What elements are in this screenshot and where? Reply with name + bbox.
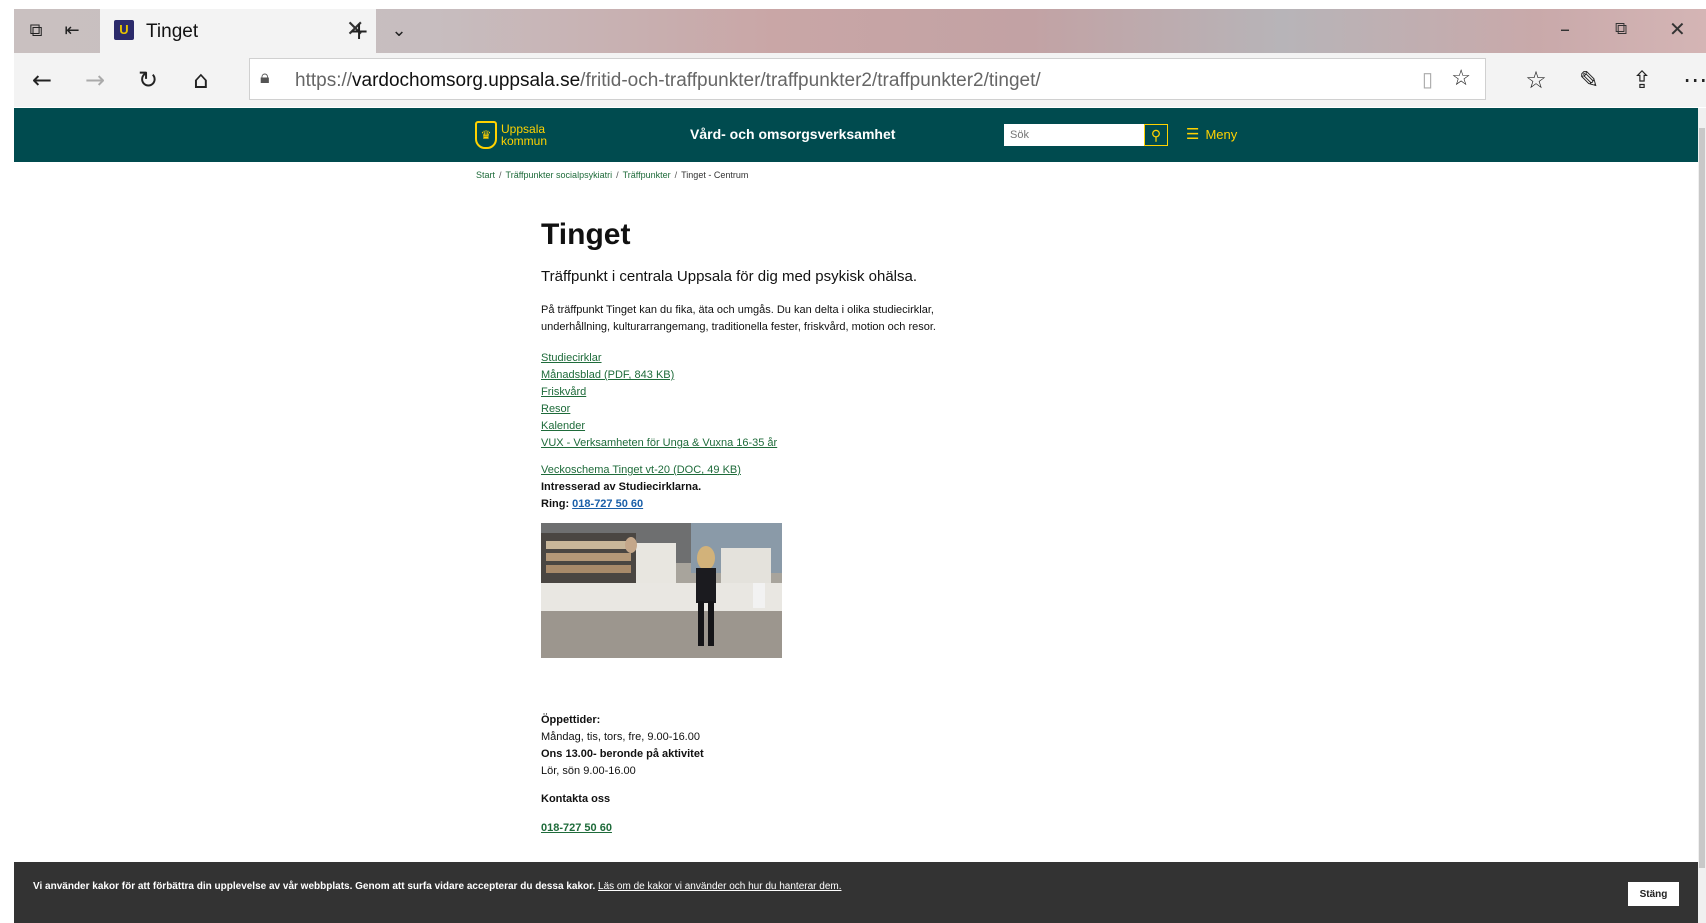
share-icon[interactable]: ⇪ xyxy=(1628,66,1656,94)
search-icon[interactable]: ⚲ xyxy=(1144,124,1168,146)
menu-label: Meny xyxy=(1205,126,1238,142)
cookie-banner: Vi använder kakor för att förbättra din … xyxy=(14,862,1698,923)
browser-tab[interactable]: U Tinget ✕ xyxy=(100,9,376,53)
link-friskvard[interactable]: Friskvård xyxy=(541,384,1061,401)
page-scrollbar[interactable] xyxy=(1698,108,1706,923)
breadcrumb-current: Tinget - Centrum xyxy=(681,170,749,180)
breadcrumb-separator: / xyxy=(499,170,502,180)
breadcrumb-traffpunkter[interactable]: Träffpunkter xyxy=(623,170,671,180)
shield-icon: ♛ xyxy=(475,121,497,149)
link-vux[interactable]: VUX - Verksamheten för Unga & Vuxna 16-3… xyxy=(541,435,1061,452)
interest-text: Intresserad av Studiecirklarna. xyxy=(541,481,702,493)
contact-phone-link[interactable]: 018-727 50 60 xyxy=(541,822,612,834)
cookie-info-link[interactable]: Läs om de kakor vi använder och hur du h… xyxy=(598,881,841,892)
browser-title-bar: ⧉ ⇤ U Tinget ✕ + ⌄ – ⧉ ✕ xyxy=(14,9,1706,53)
reading-view-icon[interactable]: ▯ xyxy=(1422,67,1433,92)
breadcrumb-traffpunkter-socialpsykiatri[interactable]: Träffpunkter socialpsykiatri xyxy=(506,170,613,180)
hours-line: Måndag, tis, tors, fre, 9.00-16.00 xyxy=(541,731,700,743)
lock-icon: 🔒︎ xyxy=(260,67,270,87)
breadcrumb-separator: / xyxy=(616,170,619,180)
site-title[interactable]: Vård- och omsorgsverksamhet xyxy=(690,126,895,142)
breadcrumb: Start / Träffpunkter socialpsykiatri / T… xyxy=(476,170,748,180)
link-list: Studiecirklar Månadsblad (PDF, 843 KB) F… xyxy=(541,350,1061,479)
favorite-star-icon[interactable]: ☆ xyxy=(1451,65,1471,91)
scrollbar-thumb[interactable] xyxy=(1699,128,1705,868)
hamburger-icon: ☰ xyxy=(1186,125,1200,143)
link-veckoschema[interactable]: Veckoschema Tinget vt-20 (DOC, 49 KB) xyxy=(541,462,1061,479)
browser-nav-bar: ← → ↻ ⌂ 🔒︎ https://vardochomsorg.uppsala… xyxy=(14,53,1706,107)
intro-text: På träffpunkt Tinget kan du fika, äta oc… xyxy=(541,304,936,333)
pen-icon[interactable]: ✎ xyxy=(1575,66,1603,94)
cookie-text: Vi använder kakor för att förbättra din … xyxy=(33,881,842,892)
hours-label: Öppettider: xyxy=(541,714,601,726)
restore-icon[interactable]: ⧉ xyxy=(1615,19,1627,39)
breadcrumb-separator: / xyxy=(674,170,678,180)
cookie-close-button[interactable]: Stäng xyxy=(1628,882,1679,906)
uppsala-logo[interactable]: ♛ Uppsala kommun xyxy=(475,120,547,150)
tab-title: Tinget xyxy=(146,21,199,42)
tab-aside-icon[interactable]: ⇤ xyxy=(60,19,84,43)
link-resor[interactable]: Resor xyxy=(541,401,1061,418)
call-line: Ring: 018-727 50 60 xyxy=(541,498,644,510)
menu-button[interactable]: ☰ Meny xyxy=(1186,125,1237,143)
home-icon[interactable]: ⌂ xyxy=(187,66,215,94)
link-studiecirklar[interactable]: Studiecirklar xyxy=(541,350,1061,367)
breadcrumb-start[interactable]: Start xyxy=(476,170,495,180)
hours-line: Lör, sön 9.00-16.00 xyxy=(541,765,636,777)
opening-hours: Öppettider: Måndag, tis, tors, fre, 9.00… xyxy=(541,712,1061,780)
url-text: https://vardochomsorg.uppsala.se/fritid-… xyxy=(295,70,1041,91)
call-phone-link[interactable]: 018-727 50 60 xyxy=(572,498,643,510)
hours-line: Ons 13.00- beronde på aktivitet xyxy=(541,748,704,760)
site-header: ♛ Uppsala kommun Vård- och omsorgsverksam… xyxy=(14,108,1698,162)
back-icon[interactable]: ← xyxy=(28,66,56,94)
main-content: Tinget Träffpunkt i centrala Uppsala för… xyxy=(541,215,1061,837)
search-input[interactable] xyxy=(1004,124,1144,146)
more-icon[interactable]: ⋯ xyxy=(1681,66,1706,94)
address-bar[interactable]: 🔒︎ https://vardochomsorg.uppsala.se/frit… xyxy=(249,58,1486,100)
minimize-icon[interactable]: – xyxy=(1560,17,1570,41)
page-title: Tinget xyxy=(541,218,631,251)
contact-phone: 018-727 50 60 xyxy=(541,820,1061,837)
url-domain: vardochomsorg.uppsala.se xyxy=(352,70,581,91)
chevron-down-icon[interactable]: ⌄ xyxy=(387,19,411,43)
tab-manager-icon[interactable]: ⧉ xyxy=(24,19,48,43)
new-tab-icon[interactable]: + xyxy=(347,19,371,43)
contact-heading: Kontakta oss xyxy=(541,793,611,805)
favorites-list-icon[interactable]: ☆ xyxy=(1522,66,1550,94)
tab-favicon: U xyxy=(114,20,134,40)
link-kalender[interactable]: Kalender xyxy=(541,418,1061,435)
cafe-photo xyxy=(541,523,782,658)
logo-text: Uppsala kommun xyxy=(501,122,548,148)
window-close-icon[interactable]: ✕ xyxy=(1669,17,1686,41)
link-manadsblad[interactable]: Månadsblad (PDF, 843 KB) xyxy=(541,367,1061,384)
refresh-icon[interactable]: ↻ xyxy=(134,66,162,94)
lead-text: Träffpunkt i centrala Uppsala för dig me… xyxy=(541,268,918,285)
forward-icon[interactable]: → xyxy=(81,66,109,94)
